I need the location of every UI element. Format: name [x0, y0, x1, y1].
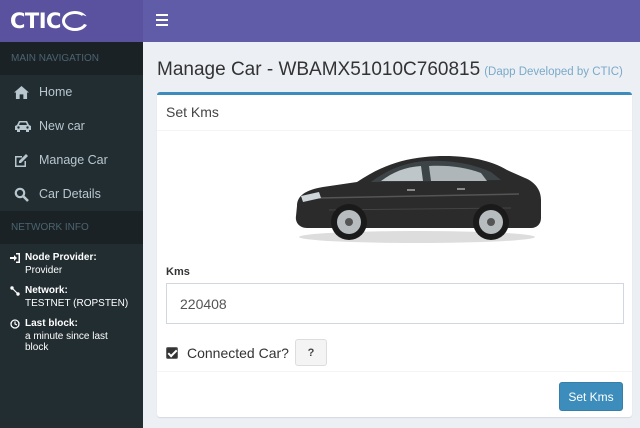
home-icon [14, 85, 36, 99]
kms-input[interactable] [166, 283, 624, 324]
page-title: Manage Car - WBAMX51010C760815 (Dapp Deve… [157, 59, 623, 81]
search-icon [14, 187, 36, 202]
sidebar-item-label: Home [39, 85, 73, 99]
connected-car-label: Connected Car? [187, 344, 289, 361]
top-navbar [143, 0, 640, 42]
sign-in-icon [10, 252, 25, 276]
sidebar-item-manage-car[interactable]: Manage Car [0, 143, 143, 177]
sidebar-header-network: NETWORK INFO [0, 211, 143, 244]
menu-toggle-icon[interactable] [156, 14, 168, 26]
network-label: Network: [25, 285, 68, 296]
box-title: Set Kms [157, 95, 632, 131]
node-provider-row: Node Provider: Provider [10, 252, 133, 276]
logo-ring-icon [61, 11, 88, 31]
last-block-row: Last block: a minute since last block [10, 318, 133, 353]
network-icon [10, 285, 25, 309]
connected-car-checkbox[interactable] [166, 346, 178, 359]
content-wrapper: Manage Car - WBAMX51010C760815 (Dapp Deve… [143, 42, 640, 428]
car-image [279, 140, 549, 250]
logo: CTIC [10, 9, 88, 33]
last-block-label: Last block: [25, 318, 78, 329]
sidebar: MAIN NAVIGATION Home New car Manage Car … [0, 42, 143, 428]
sidebar-item-label: Car Details [39, 187, 101, 201]
sidebar-item-home[interactable]: Home [0, 75, 143, 109]
box-footer: Set Kms [157, 371, 632, 420]
node-provider-label: Node Provider: [25, 252, 97, 263]
page-title-text: Manage Car - WBAMX51010C760815 [157, 59, 481, 80]
set-kms-box: Set Kms Kms 220408 Connected Car? ? Set … [157, 92, 632, 417]
last-block-value: a minute since last block [25, 331, 108, 353]
connected-car-row: Connected Car? ? [166, 339, 327, 366]
set-kms-button[interactable]: Set Kms [559, 382, 623, 411]
sidebar-item-label: Manage Car [39, 153, 108, 167]
car-icon [14, 120, 36, 133]
logo-text: CTIC [10, 9, 61, 33]
kms-label: Kms [166, 266, 190, 278]
network-row: Network: TESTNET (ROPSTEN) [10, 285, 133, 309]
edit-icon [14, 153, 36, 168]
node-provider-value: Provider [25, 265, 63, 276]
help-button[interactable]: ? [294, 339, 327, 366]
sidebar-item-new-car[interactable]: New car [0, 109, 143, 143]
sidebar-header-main: MAIN NAVIGATION [0, 42, 143, 75]
clock-icon [10, 318, 25, 353]
sidebar-item-car-details[interactable]: Car Details [0, 177, 143, 211]
network-value: TESTNET (ROPSTEN) [25, 298, 129, 309]
network-info: Node Provider: Provider Network: TESTNET… [0, 244, 143, 353]
sidebar-item-label: New car [39, 119, 85, 133]
page-subtitle: (Dapp Developed by CTIC) [484, 66, 623, 78]
logo-bar[interactable]: CTIC [0, 0, 143, 42]
